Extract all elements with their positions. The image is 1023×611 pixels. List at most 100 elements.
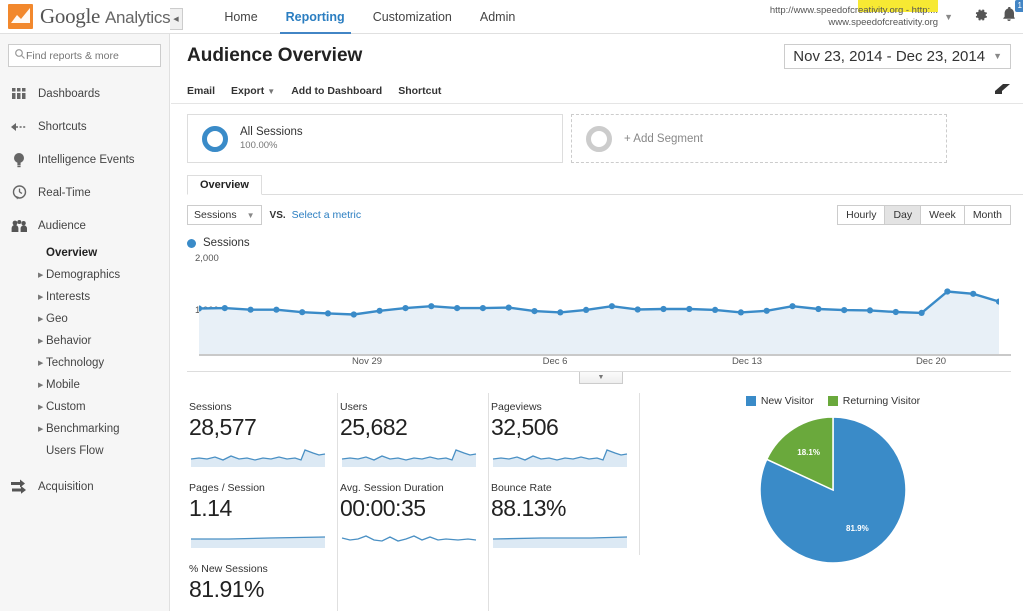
share-icon[interactable] (994, 82, 1011, 100)
sidebar-label-real-time: Real-Time (38, 186, 91, 199)
sidebar-item-intelligence-events[interactable]: Intelligence Events (0, 143, 169, 176)
top-right-controls: http://www.speedofcreativity.org - http:… (770, 0, 1023, 34)
sidebar-label-intelligence-events: Intelligence Events (38, 153, 135, 166)
legend-returning-visitor[interactable]: Returning Visitor (827, 395, 921, 407)
sidebar-item-geo[interactable]: ▶ Geo (0, 308, 169, 330)
chart-expand-handle[interactable]: ▼ (579, 372, 623, 384)
page-title: Audience Overview (187, 45, 363, 66)
add-segment-button[interactable]: + Add Segment (571, 114, 947, 163)
account-line-1: http://www.speedofcreativity.org - http:… (769, 5, 939, 16)
stat-pageviews[interactable]: Pageviews 32,506 (489, 393, 640, 474)
date-range-selector[interactable]: Nov 23, 2014 - Dec 23, 2014 ▼ (784, 43, 1011, 69)
tab-overview[interactable]: Overview (187, 175, 262, 195)
chart-legend: Sessions (171, 225, 1023, 249)
granularity-hourly[interactable]: Hourly (837, 205, 885, 225)
sidebar-item-behavior[interactable]: ▶ Behavior (0, 330, 169, 352)
sessions-line-chart[interactable]: 2,000 1,000 Nov 29Dec 6Dec 13Dec 20 (187, 253, 1011, 371)
brand-secondary: Analytics (104, 8, 171, 27)
sidebar-item-mobile[interactable]: ▶ Mobile (0, 374, 169, 396)
sidebar-label-users-flow: Users Flow (46, 445, 104, 457)
stat-users[interactable]: Users 25,682 (338, 393, 489, 474)
brand-logo: Google Analytics (8, 4, 171, 29)
stat-label: Users (340, 401, 368, 413)
sidebar-item-overview[interactable]: Overview (0, 242, 169, 264)
sidebar-item-benchmarking[interactable]: ▶ Benchmarking (0, 418, 169, 440)
sidebar-item-demographics[interactable]: ▶ Demographics (0, 264, 169, 286)
legend-new-visitor[interactable]: New Visitor (745, 395, 814, 407)
granularity-toggle: Hourly Day Week Month (837, 205, 1011, 225)
sidebar-item-interests[interactable]: ▶ Interests (0, 286, 169, 308)
sidebar-search (0, 34, 169, 71)
pie-legend: New Visitor Returning Visitor (643, 395, 1023, 407)
chart-slider-row: ▼ (187, 371, 1011, 385)
chevron-right-icon: ▶ (38, 426, 44, 433)
sidebar-collapse-button[interactable]: ◀ (170, 8, 183, 30)
stat-avg-session-duration[interactable]: Avg. Session Duration 00:00:35 (338, 474, 489, 555)
stat-sessions[interactable]: Sessions 28,577 (187, 393, 338, 474)
stat-label: Sessions (189, 401, 232, 413)
segment-percentage: 100.00% (240, 140, 278, 151)
stat-label: Pages / Session (189, 482, 265, 494)
x-axis-tick: Dec 6 (542, 356, 568, 367)
sidebar-item-users-flow[interactable]: Users Flow (0, 440, 169, 462)
stat-label: Bounce Rate (491, 482, 552, 494)
lightbulb-icon (6, 152, 32, 168)
bell-icon[interactable]: 1 (1001, 0, 1023, 28)
sidebar-label-shortcuts: Shortcuts (38, 120, 87, 133)
sidebar-item-shortcuts[interactable]: Shortcuts (0, 110, 169, 143)
sidebar-label-overview: Overview (46, 247, 98, 259)
metric-selector[interactable]: Sessions ▼ (187, 205, 262, 225)
report-tabs: Overview (187, 173, 1023, 195)
select-a-metric-link[interactable]: Select a metric (292, 209, 361, 221)
chevron-right-icon: ▶ (38, 294, 44, 301)
stat-value: 88.13% (491, 495, 567, 521)
legend-swatch-green (827, 396, 838, 406)
nav-customization[interactable]: Customization (359, 0, 466, 34)
granularity-month[interactable]: Month (963, 205, 1011, 225)
sidebar-item-real-time[interactable]: Real-Time (0, 176, 169, 209)
legend-swatch-blue (745, 396, 756, 406)
search-input[interactable] (26, 49, 155, 62)
clock-icon (6, 185, 32, 200)
nav-admin[interactable]: Admin (466, 0, 529, 34)
report-toolbar: Email Export ▼ Add to Dashboard Shortcut (171, 78, 1023, 104)
add-to-dashboard-button[interactable]: Add to Dashboard (291, 85, 382, 97)
shortcut-button[interactable]: Shortcut (398, 85, 441, 97)
pie-chart[interactable]: 81.9% 18.1% (643, 415, 1023, 565)
add-segment-label: + Add Segment (624, 132, 703, 145)
sidebar-item-acquisition[interactable]: Acquisition (0, 470, 169, 503)
granularity-day[interactable]: Day (884, 205, 921, 225)
email-button[interactable]: Email (187, 85, 215, 97)
page-header: Audience Overview Nov 23, 2014 - Dec 23,… (171, 34, 1023, 78)
nav-home[interactable]: Home (210, 0, 271, 34)
brand-text: Google Analytics (40, 4, 171, 29)
chevron-down-icon: ▼ (267, 86, 276, 96)
analytics-logo-icon (8, 4, 33, 29)
segment-all-sessions[interactable]: All Sessions 100.00% (187, 114, 563, 163)
chevron-right-icon: ▶ (38, 272, 44, 279)
account-selector[interactable]: http://www.speedofcreativity.org - http:… (770, 5, 938, 29)
stat-bounce-rate[interactable]: Bounce Rate 88.13% (489, 474, 640, 555)
stat-value: 00:00:35 (340, 495, 426, 521)
stat-pages-per-session[interactable]: Pages / Session 1.14 (187, 474, 338, 555)
chevron-right-icon: ▶ (38, 404, 44, 411)
sidebar-item-dashboards[interactable]: Dashboards (0, 77, 169, 110)
granularity-week[interactable]: Week (920, 205, 964, 225)
export-button[interactable]: Export ▼ (231, 85, 275, 97)
stat-label: Pageviews (491, 401, 542, 413)
legend-label-returning-visitor: Returning Visitor (842, 395, 921, 407)
sidebar-label-acquisition: Acquisition (38, 480, 94, 493)
sparkline (340, 526, 478, 553)
chevron-down-icon[interactable]: ▼ (944, 12, 953, 22)
stat-value: 28,577 (189, 414, 257, 440)
sparkline (340, 445, 478, 472)
sidebar-item-audience[interactable]: Audience (0, 209, 169, 242)
search-box[interactable] (8, 44, 161, 67)
stat-percent-new-sessions[interactable]: % New Sessions 81.91% (187, 555, 338, 611)
gear-icon[interactable] (973, 7, 989, 28)
nav-reporting[interactable]: Reporting (272, 0, 359, 35)
sidebar-label-dashboards: Dashboards (38, 87, 101, 100)
sidebar-item-technology[interactable]: ▶ Technology (0, 352, 169, 374)
grid-icon (6, 87, 32, 101)
sidebar-item-custom[interactable]: ▶ Custom (0, 396, 169, 418)
